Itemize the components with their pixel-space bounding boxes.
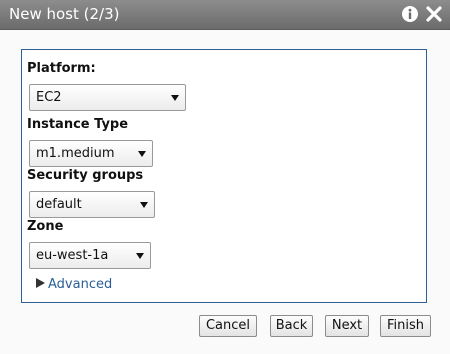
security-groups-value: default <box>36 197 82 212</box>
instance-type-label: Instance Type <box>27 117 129 132</box>
back-button[interactable]: Back <box>270 315 313 337</box>
zone-label: Zone <box>27 219 64 234</box>
finish-button[interactable]: Finish <box>380 315 431 337</box>
advanced-link[interactable]: Advanced <box>48 277 112 292</box>
chevron-down-icon <box>138 151 146 157</box>
expand-triangle-icon <box>36 278 45 288</box>
chevron-down-icon <box>140 202 148 208</box>
zone-select[interactable]: eu-west-1a <box>29 242 151 269</box>
dialog-titlebar: New host (2/3) <box>0 0 450 30</box>
dialog-title: New host (2/3) <box>9 5 120 23</box>
security-groups-label: Security groups <box>27 168 144 183</box>
cancel-button[interactable]: Cancel <box>199 315 257 337</box>
next-button[interactable]: Next <box>325 315 369 337</box>
close-icon[interactable] <box>425 5 443 23</box>
chevron-down-icon <box>136 253 144 259</box>
instance-type-value: m1.medium <box>36 146 115 161</box>
platform-select[interactable]: EC2 <box>29 84 186 111</box>
instance-type-select[interactable]: m1.medium <box>29 140 153 167</box>
zone-value: eu-west-1a <box>36 248 109 263</box>
platform-label: Platform: <box>27 61 96 76</box>
security-groups-select[interactable]: default <box>29 191 155 218</box>
chevron-down-icon <box>171 95 179 101</box>
platform-value: EC2 <box>36 90 62 105</box>
info-icon[interactable] <box>402 6 418 22</box>
